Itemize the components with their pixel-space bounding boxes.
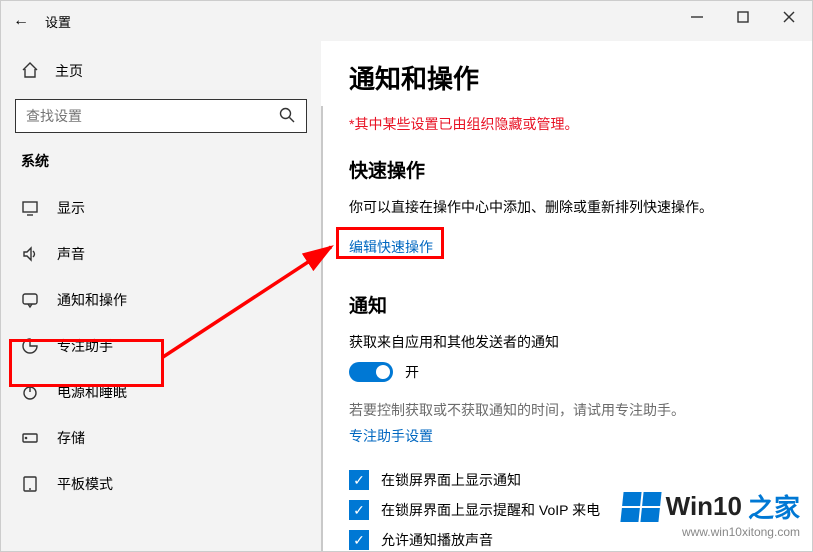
edit-quick-actions-link[interactable]: 编辑快速操作 — [349, 237, 433, 257]
sidebar-item-storage[interactable]: 存储 — [1, 415, 321, 461]
watermark-suffix: 之家 — [748, 488, 800, 525]
notifications-icon — [21, 291, 39, 309]
search-field[interactable] — [26, 108, 278, 124]
display-icon — [21, 199, 39, 217]
windows-logo-icon — [620, 492, 661, 522]
back-button[interactable]: ← — [1, 12, 41, 30]
checkbox-icon: ✓ — [349, 470, 369, 490]
checkbox-label: 在锁屏界面上显示提醒和 VoIP 来电 — [381, 500, 600, 520]
sidebar-item-label: 显示 — [57, 198, 85, 218]
home-icon — [21, 61, 39, 82]
search-icon — [278, 106, 296, 127]
focus-assist-link[interactable]: 专注助手设置 — [349, 426, 433, 446]
sound-icon — [21, 245, 39, 263]
page-title: 通知和操作 — [349, 59, 784, 96]
checkbox-label: 在锁屏界面上显示通知 — [381, 470, 521, 490]
storage-icon — [21, 429, 39, 447]
checkbox-icon: ✓ — [349, 500, 369, 520]
sidebar-item-label: 平板模式 — [57, 474, 113, 494]
toggle-state-label: 开 — [405, 362, 419, 382]
sidebar-item-label: 声音 — [57, 244, 85, 264]
policy-warning: *其中某些设置已由组织隐藏或管理。 — [349, 114, 784, 134]
sidebar-item-label: 电源和睡眠 — [57, 382, 127, 402]
home-link[interactable]: 主页 — [1, 51, 321, 91]
sidebar: 主页 系统 显示 声音 通知和操作 专注助手 — [1, 41, 321, 551]
scrollbar[interactable] — [321, 106, 323, 551]
sidebar-item-sound[interactable]: 声音 — [1, 231, 321, 277]
notifications-heading: 通知 — [349, 291, 784, 318]
search-input[interactable] — [15, 99, 307, 133]
sidebar-item-focus[interactable]: 专注助手 — [1, 323, 321, 369]
sidebar-item-tablet[interactable]: 平板模式 — [1, 461, 321, 507]
content-pane: 通知和操作 *其中某些设置已由组织隐藏或管理。 快速操作 你可以直接在操作中心中… — [321, 41, 812, 551]
sidebar-item-label: 存储 — [57, 428, 85, 448]
focus-icon — [21, 337, 39, 355]
watermark-brand: Win10 — [666, 491, 742, 522]
notifications-master-label: 获取来自应用和其他发送者的通知 — [349, 332, 784, 352]
minimize-button[interactable] — [674, 1, 720, 33]
focus-hint: 若要控制获取或不获取通知的时间，请试用专注助手。 — [349, 400, 784, 420]
check-lockscreen-notify[interactable]: ✓ 在锁屏界面上显示通知 — [349, 470, 784, 490]
sidebar-item-notifications[interactable]: 通知和操作 — [1, 277, 321, 323]
close-button[interactable] — [766, 1, 812, 33]
nav-group-label: 系统 — [1, 151, 321, 185]
home-label: 主页 — [55, 61, 83, 81]
power-icon — [21, 383, 39, 401]
checkbox-icon: ✓ — [349, 530, 369, 550]
tablet-icon — [21, 475, 39, 493]
quick-actions-desc: 你可以直接在操作中心中添加、删除或重新排列快速操作。 — [349, 197, 784, 217]
window-title: 设置 — [45, 12, 71, 31]
watermark: Win10 之家 www.win10xitong.com — [622, 488, 800, 539]
sidebar-item-display[interactable]: 显示 — [1, 185, 321, 231]
notifications-master-toggle[interactable] — [349, 362, 393, 382]
window-controls — [674, 1, 812, 33]
watermark-url: www.win10xitong.com — [622, 525, 800, 539]
sidebar-item-label: 专注助手 — [57, 336, 113, 356]
checkbox-label: 允许通知播放声音 — [381, 530, 493, 550]
maximize-button[interactable] — [720, 1, 766, 33]
sidebar-item-power[interactable]: 电源和睡眠 — [1, 369, 321, 415]
sidebar-item-label: 通知和操作 — [57, 290, 127, 310]
quick-actions-heading: 快速操作 — [349, 156, 784, 183]
